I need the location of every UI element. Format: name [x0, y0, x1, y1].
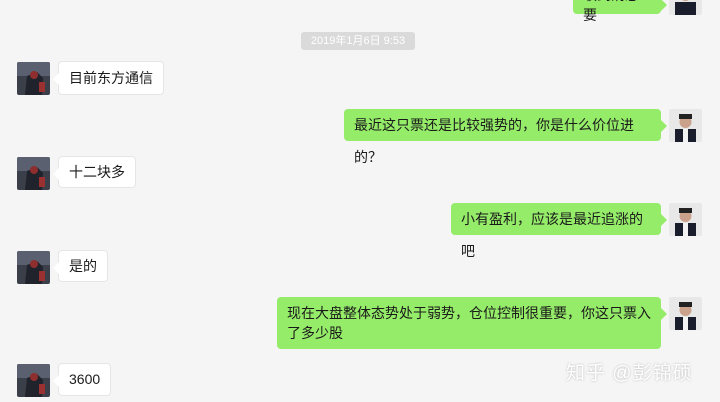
message-text: 十二块多: [69, 164, 125, 180]
sent-message: 小有盈利，应该是最近追涨的吧: [451, 203, 667, 259]
received-message: 是的: [53, 250, 108, 282]
message-text: 3600: [69, 371, 101, 387]
sender-avatar[interactable]: [669, 203, 702, 236]
message-text: 小有盈利，应该是最近追涨的吧: [461, 211, 643, 259]
message-text: 目前东方通信: [69, 70, 153, 86]
received-message: 十二块多: [53, 156, 136, 188]
contact-avatar[interactable]: [17, 364, 50, 397]
message-timestamp: 2019年1月6日 9:53: [301, 32, 415, 50]
partial-sent-message: 收到消息要: [573, 0, 667, 23]
message-text: 是的: [69, 258, 97, 274]
sender-avatar[interactable]: [669, 0, 702, 15]
sent-message: 最近这只票还是比较强势的，你是什么价位进的？: [344, 109, 667, 165]
contact-avatar[interactable]: [17, 62, 50, 95]
message-text: 现在大盘整体态势处于弱势，仓位控制很重要，你这只票入了多少股: [287, 305, 651, 341]
received-message: 3600: [52, 363, 112, 396]
sent-message: 现在大盘整体态势处于弱势，仓位控制很重要，你这只票入了多少股: [277, 297, 667, 349]
sender-avatar[interactable]: [669, 297, 702, 330]
contact-avatar[interactable]: [17, 251, 50, 284]
sender-avatar[interactable]: [669, 109, 702, 142]
partial-message-text: 收到消息要: [583, 0, 639, 23]
zhihu-watermark: 知乎 @彭锦硕: [566, 363, 693, 384]
message-text: 最近这只票还是比较强势的，你是什么价位进的？: [354, 117, 634, 165]
contact-avatar[interactable]: [17, 157, 50, 190]
received-message: 目前东方通信: [53, 61, 164, 95]
